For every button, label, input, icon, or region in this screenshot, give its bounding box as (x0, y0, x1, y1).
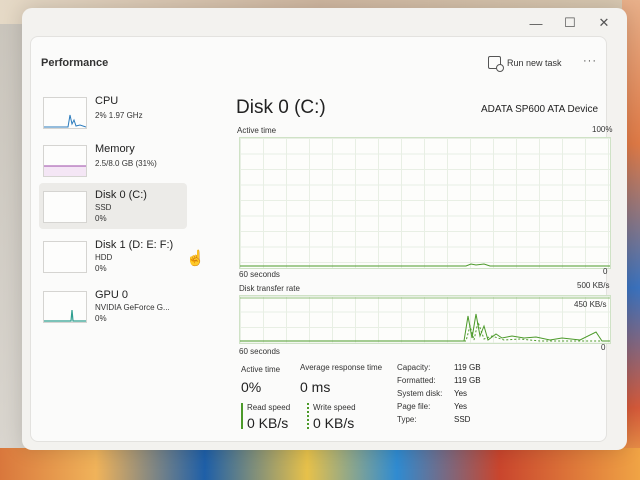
sidebar-item-label: Disk 0 (C:) (95, 189, 147, 201)
disk-title: Disk 0 (C:) (236, 97, 326, 118)
page-file-label: Page file: (397, 402, 431, 411)
active-time-stat-label: Active time (241, 365, 281, 374)
gpu-thumbnail-graph (43, 291, 87, 323)
active-time-label: Active time (237, 126, 277, 135)
active-time-graph (239, 137, 611, 269)
sidebar-item-type: SSD (95, 203, 112, 212)
type-label: Type: (397, 415, 417, 424)
active-time-min-label: 0 (603, 267, 608, 276)
sidebar-item-cpu[interactable]: CPU 2% 1.97 GHz (39, 89, 187, 135)
system-disk-label: System disk: (397, 389, 443, 398)
read-speed-value: 0 KB/s (247, 415, 289, 431)
background-bottom (0, 448, 640, 480)
avg-response-value: 0 ms (300, 379, 331, 395)
close-button[interactable]: ✕ (587, 12, 621, 34)
type-value: SSD (454, 415, 471, 424)
write-speed-value: 0 KB/s (313, 415, 355, 431)
window-caption-buttons: — ☐ ✕ (519, 12, 621, 34)
sidebar-item-label: CPU (95, 95, 119, 107)
active-time-max-label: 100% (592, 125, 613, 134)
sidebar-item-label: GPU 0 (95, 289, 129, 301)
avg-response-label: Average response time (300, 363, 383, 372)
sidebar-item-detail: 2.5/8.0 GB (31%) (95, 159, 157, 168)
write-speed-bar (307, 403, 309, 429)
sidebar-item-usage: 0% (95, 314, 107, 323)
run-task-icon (488, 56, 504, 72)
transfer-rate-max-label: 500 KB/s (577, 281, 610, 290)
disk-0-thumbnail-graph (43, 191, 87, 223)
hand-cursor-icon: ☝ (186, 250, 205, 267)
transfer-rate-min-label: 0 (601, 343, 606, 352)
formatted-value: 119 GB (454, 376, 481, 385)
minimize-button[interactable]: — (519, 12, 553, 34)
sidebar-item-usage: 0% (95, 264, 107, 273)
more-options-button[interactable]: ··· (583, 55, 597, 67)
sidebar-item-gpu-0[interactable]: GPU 0 NVIDIA GeForce G... 0% (39, 283, 187, 329)
cpu-thumbnail-graph (43, 97, 87, 129)
sidebar-item-usage: 0% (95, 214, 107, 223)
sidebar-item-disk-1[interactable]: Disk 1 (D: E: F:) HDD 0% (39, 233, 187, 279)
read-speed-label: Read speed (247, 403, 291, 412)
memory-thumbnail-graph (43, 145, 87, 177)
sidebar-item-model: NVIDIA GeForce G... (95, 303, 170, 312)
transfer-rate-label: Disk transfer rate (239, 284, 300, 293)
transfer-rate-graph (239, 295, 611, 344)
performance-panel: Performance Run new task ··· CPU 2% 1.97… (30, 36, 612, 442)
run-new-task-label: Run new task (507, 57, 562, 68)
sidebar-item-label: Memory (95, 143, 135, 155)
page-title: Performance (41, 57, 109, 69)
run-new-task-button[interactable]: Run new task (488, 56, 562, 72)
disk-1-thumbnail-graph (43, 241, 87, 273)
write-speed-label: Write speed (313, 403, 356, 412)
active-time-duration-label: 60 seconds (239, 270, 280, 279)
system-disk-value: Yes (454, 389, 468, 398)
active-time-stat-value: 0% (241, 379, 262, 395)
read-speed-bar (241, 403, 243, 429)
sidebar-item-memory[interactable]: Memory 2.5/8.0 GB (31%) (39, 137, 187, 183)
sidebar-item-detail: 2% 1.97 GHz (95, 111, 143, 120)
device-name: ADATA SP600 ATA Device (481, 104, 599, 115)
page-file-value: Yes (454, 402, 468, 411)
capacity-value: 119 GB (454, 363, 481, 372)
sidebar-item-disk-0[interactable]: Disk 0 (C:) SSD 0% (39, 183, 187, 229)
sidebar-item-type: HDD (95, 253, 113, 262)
capacity-label: Capacity: (397, 363, 431, 372)
maximize-button[interactable]: ☐ (553, 12, 587, 34)
transfer-rate-duration-label: 60 seconds (239, 347, 280, 356)
sidebar-item-label: Disk 1 (D: E: F:) (95, 239, 174, 251)
formatted-label: Formatted: (397, 376, 436, 385)
transfer-rate-mid-label: 450 KB/s (574, 300, 607, 309)
